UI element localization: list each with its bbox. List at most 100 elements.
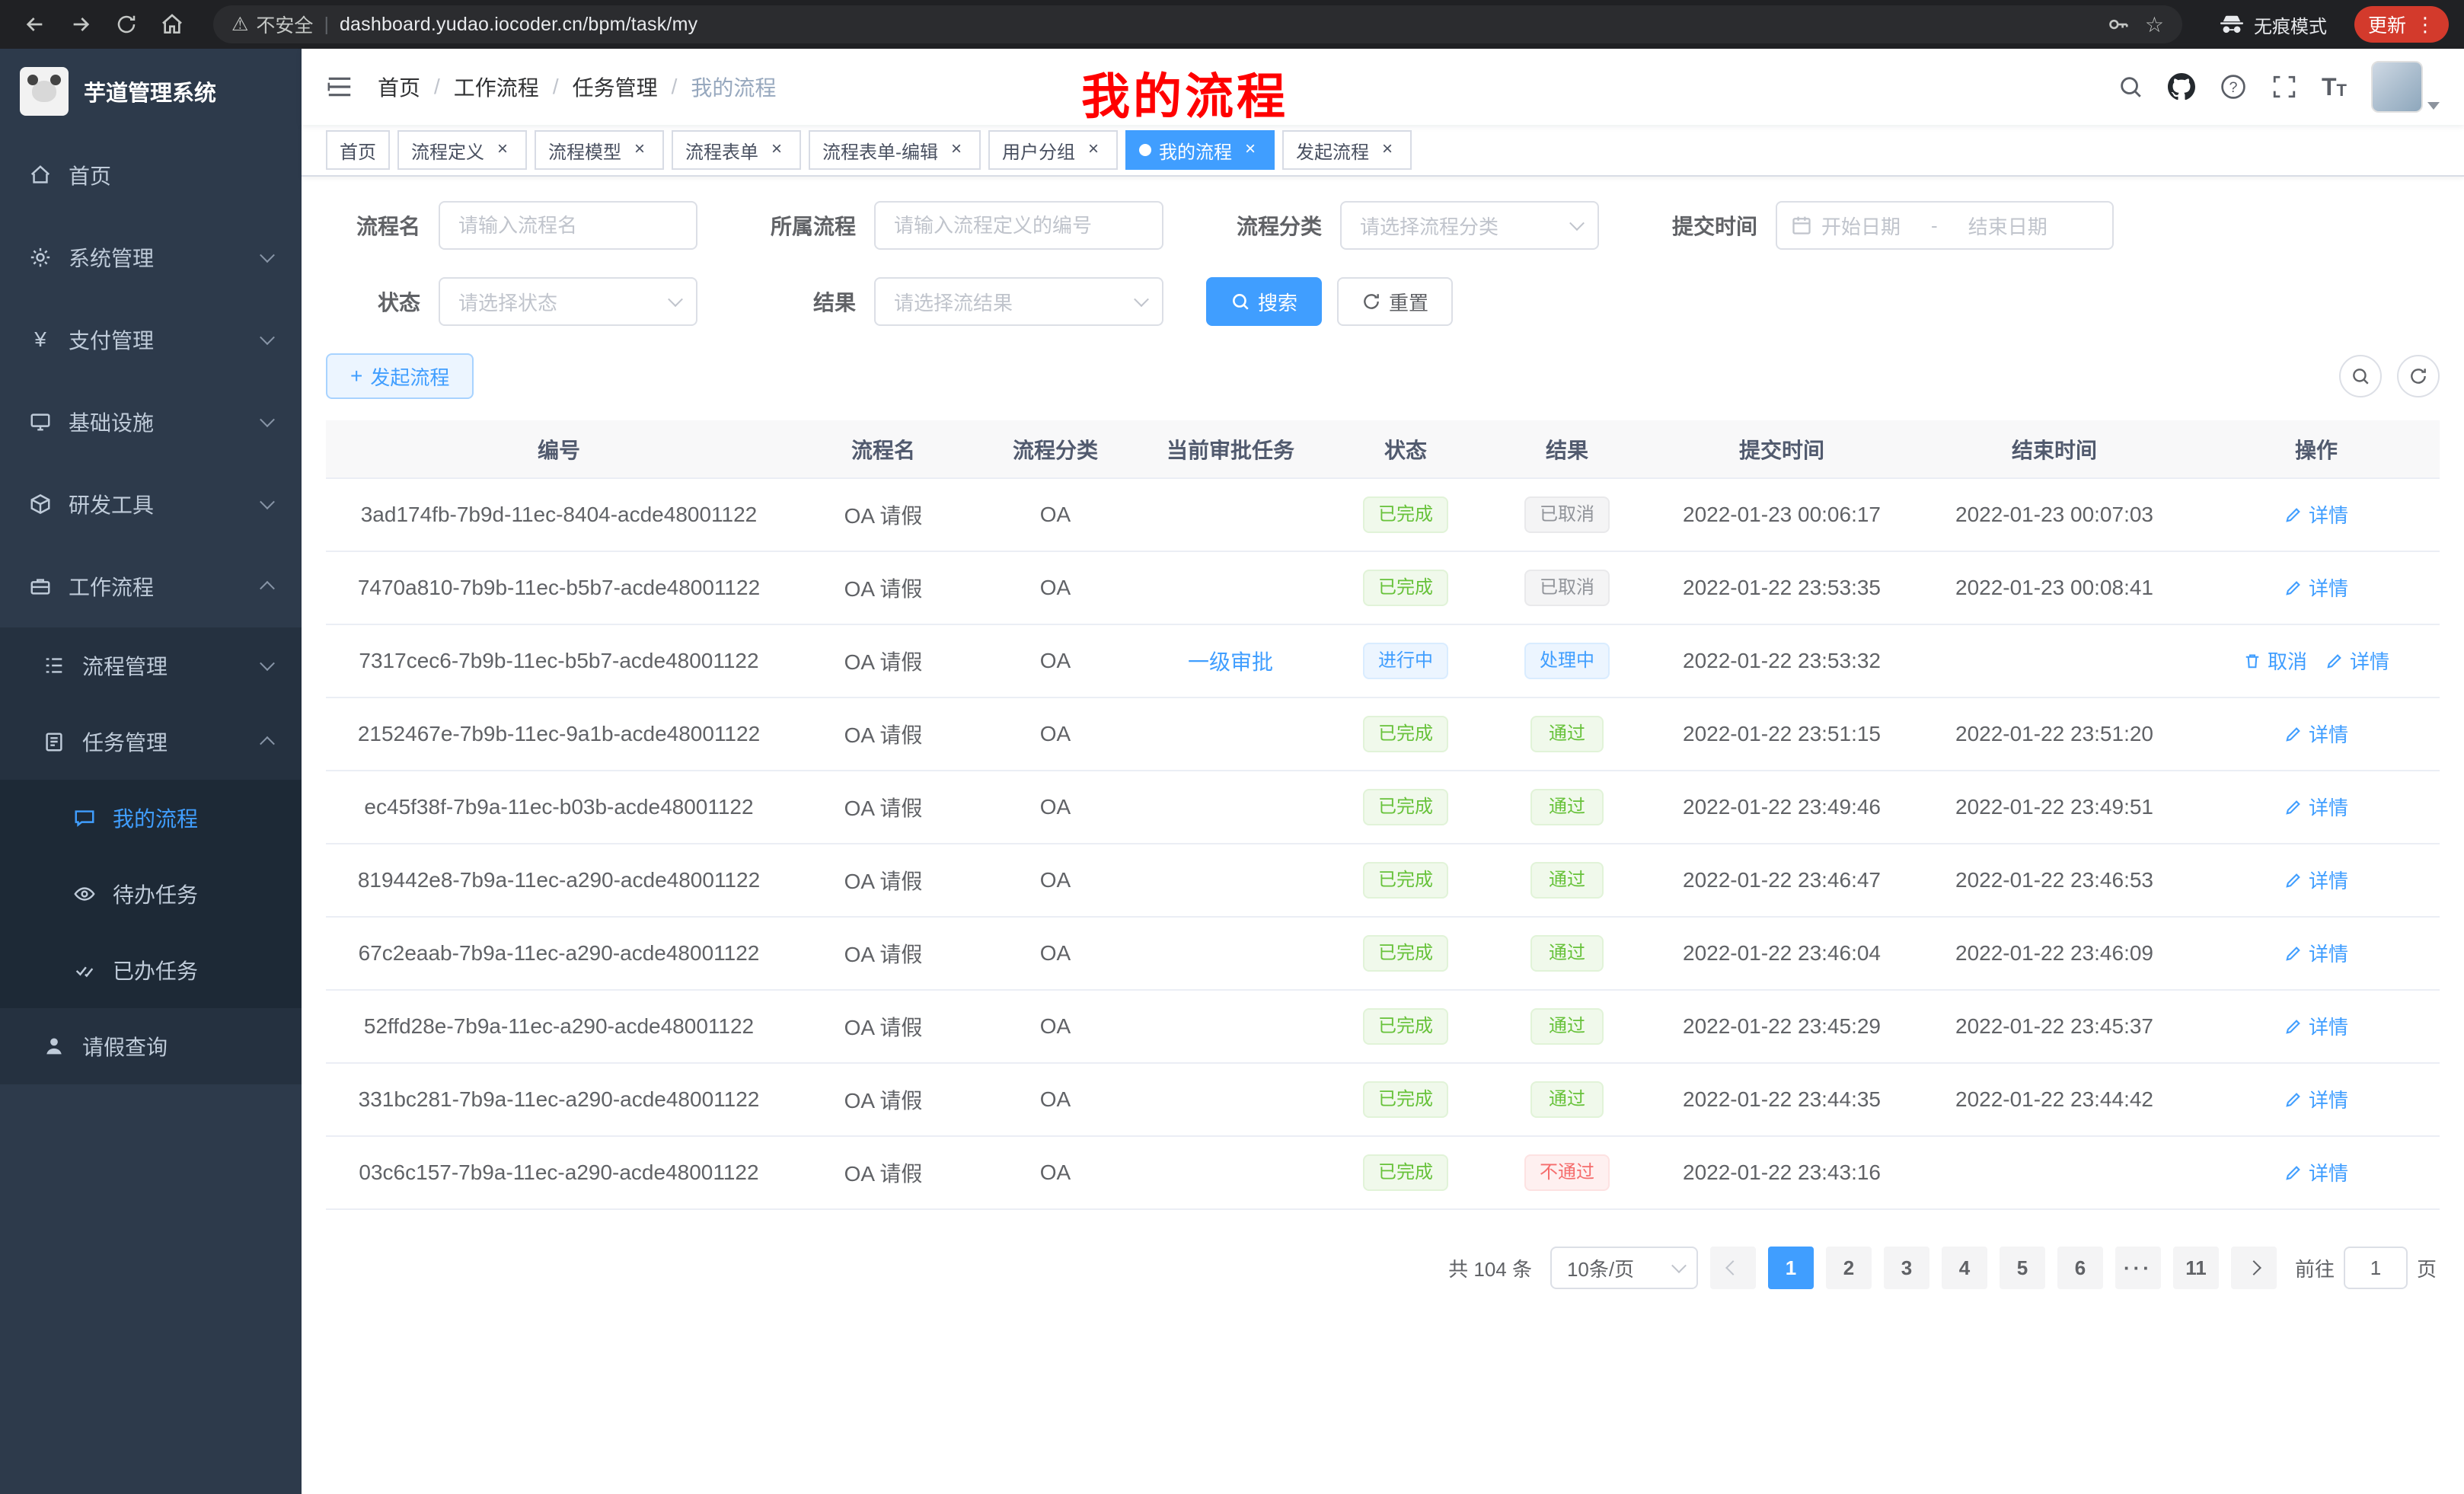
github-link[interactable] bbox=[2168, 73, 2195, 101]
reset-button[interactable]: 重置 bbox=[1337, 277, 1453, 326]
breadcrumb-workflow[interactable]: 工作流程 bbox=[454, 72, 539, 102]
sidebar-item-process-management[interactable]: 流程管理 bbox=[0, 627, 302, 704]
status-badge: 已完成 bbox=[1363, 862, 1448, 899]
prev-page-button[interactable] bbox=[1710, 1247, 1756, 1289]
edit-icon bbox=[2284, 1017, 2303, 1036]
tab-label: 我的流程 bbox=[1159, 137, 1232, 164]
cell-current-task bbox=[1136, 551, 1325, 624]
page-button-2[interactable]: 2 bbox=[1826, 1247, 1872, 1289]
detail-link[interactable]: 详情 bbox=[2284, 1012, 2348, 1040]
detail-link[interactable]: 详情 bbox=[2284, 500, 2348, 528]
sidebar-toggle-button[interactable] bbox=[326, 75, 353, 99]
detail-link[interactable]: 详情 bbox=[2325, 646, 2389, 675]
tab-start-process[interactable]: 发起流程 × bbox=[1282, 130, 1412, 170]
tab-close-icon[interactable]: × bbox=[946, 139, 967, 161]
browser-menu-icon[interactable]: ⋮ bbox=[2415, 13, 2435, 37]
create-process-button[interactable]: + 发起流程 bbox=[326, 353, 474, 399]
result-badge: 通过 bbox=[1530, 935, 1604, 972]
detail-link[interactable]: 详情 bbox=[2284, 573, 2348, 602]
detail-link[interactable]: 详情 bbox=[2284, 939, 2348, 967]
chevron-down-icon bbox=[668, 292, 683, 307]
cell-category: OA bbox=[975, 624, 1136, 698]
breadcrumb-home[interactable]: 首页 bbox=[378, 72, 420, 102]
sidebar-item-home[interactable]: 首页 bbox=[0, 134, 302, 216]
category-select[interactable]: 请选择流程分类 bbox=[1340, 201, 1599, 250]
tab-close-icon[interactable]: × bbox=[1377, 139, 1398, 161]
sidebar-item-leave-query[interactable]: 请假查询 bbox=[0, 1008, 302, 1084]
detail-link[interactable]: 详情 bbox=[2284, 720, 2348, 748]
header-search-button[interactable] bbox=[2118, 74, 2143, 100]
current-task-link[interactable]: 一级审批 bbox=[1188, 646, 1273, 676]
refresh-table-button[interactable] bbox=[2397, 355, 2440, 397]
breadcrumb-task-management[interactable]: 任务管理 bbox=[573, 72, 658, 102]
detail-link[interactable]: 详情 bbox=[2284, 1158, 2348, 1186]
cell-id: 7317cec6-7b9b-11ec-b5b7-acde48001122 bbox=[326, 624, 792, 698]
result-select[interactable]: 请选择流结果 bbox=[874, 277, 1163, 326]
tab-home[interactable]: 首页 bbox=[326, 130, 390, 170]
status-select[interactable]: 请选择状态 bbox=[439, 277, 697, 326]
help-button[interactable]: ? bbox=[2220, 73, 2247, 101]
tab-process-definition[interactable]: 流程定义 × bbox=[397, 130, 527, 170]
tab-close-icon[interactable]: × bbox=[1240, 139, 1261, 161]
tab-close-icon[interactable]: × bbox=[629, 139, 650, 161]
browser-forward-button[interactable] bbox=[61, 5, 101, 44]
tab-user-group[interactable]: 用户分组 × bbox=[988, 130, 1118, 170]
avatar[interactable] bbox=[2371, 61, 2423, 113]
next-page-button[interactable] bbox=[2231, 1247, 2277, 1289]
sidebar-item-workflow[interactable]: 工作流程 bbox=[0, 545, 302, 627]
browser-update-button[interactable]: 更新 ⋮ bbox=[2354, 6, 2449, 43]
tab-close-icon[interactable]: × bbox=[766, 139, 787, 161]
tab-label: 首页 bbox=[340, 137, 376, 164]
sidebar-item-todo-tasks[interactable]: 待办任务 bbox=[0, 856, 302, 932]
password-key-icon[interactable] bbox=[2107, 13, 2130, 36]
bookmark-star-icon[interactable]: ☆ bbox=[2145, 12, 2164, 37]
page-button-4[interactable]: 4 bbox=[1942, 1247, 1987, 1289]
tab-close-icon[interactable]: × bbox=[492, 139, 513, 161]
tab-process-model[interactable]: 流程模型 × bbox=[535, 130, 664, 170]
sidebar-item-task-management[interactable]: 任务管理 bbox=[0, 704, 302, 780]
tab-process-form[interactable]: 流程表单 × bbox=[672, 130, 801, 170]
detail-link[interactable]: 详情 bbox=[2284, 1085, 2348, 1113]
list-tree-icon bbox=[43, 654, 65, 677]
sidebar-item-done-tasks[interactable]: 已办任务 bbox=[0, 932, 302, 1008]
process-definition-input[interactable] bbox=[874, 201, 1163, 250]
detail-link[interactable]: 详情 bbox=[2284, 793, 2348, 821]
sidebar-item-label: 首页 bbox=[69, 160, 111, 190]
submit-time-range-picker[interactable]: 开始日期 - 结束日期 bbox=[1776, 201, 2114, 250]
font-size-button[interactable]: TT bbox=[2322, 75, 2347, 99]
process-name-input[interactable] bbox=[439, 201, 697, 250]
goto-page-input[interactable] bbox=[2344, 1247, 2408, 1289]
sidebar-item-dev-tools[interactable]: 研发工具 bbox=[0, 463, 302, 545]
tab-my-process[interactable]: 我的流程 × bbox=[1125, 130, 1275, 170]
address-bar[interactable]: ⚠ 不安全 | dashboard.yudao.iocoder.cn/bpm/t… bbox=[213, 5, 2182, 43]
page-button-3[interactable]: 3 bbox=[1884, 1247, 1929, 1289]
table-row: 7317cec6-7b9b-11ec-b5b7-acde48001122 OA … bbox=[326, 624, 2440, 698]
toggle-search-button[interactable] bbox=[2339, 355, 2382, 397]
sidebar-item-infrastructure[interactable]: 基础设施 bbox=[0, 381, 302, 463]
cell-name: OA 请假 bbox=[792, 478, 975, 551]
url-text: dashboard.yudao.iocoder.cn/bpm/task/my bbox=[340, 14, 697, 36]
page-button-1[interactable]: 1 bbox=[1768, 1247, 1814, 1289]
sidebar-item-my-process[interactable]: 我的流程 bbox=[0, 780, 302, 856]
chevron-down-icon bbox=[260, 247, 275, 263]
tab-process-form-edit[interactable]: 流程表单-编辑 × bbox=[809, 130, 981, 170]
fullscreen-button[interactable] bbox=[2271, 74, 2297, 100]
page-button-5[interactable]: 5 bbox=[2000, 1247, 2045, 1289]
detail-label: 详情 bbox=[2309, 866, 2348, 894]
pagination-more-icon[interactable]: ··· bbox=[2115, 1247, 2161, 1289]
date-range-separator: - bbox=[1931, 214, 1938, 238]
page-button-11[interactable]: 11 bbox=[2173, 1247, 2219, 1289]
detail-link[interactable]: 详情 bbox=[2284, 866, 2348, 894]
page-size-select[interactable]: 10条/页 bbox=[1550, 1247, 1698, 1289]
user-menu[interactable] bbox=[2371, 61, 2440, 113]
tab-close-icon[interactable]: × bbox=[1083, 139, 1104, 161]
sidebar-item-payment-management[interactable]: ¥ 支付管理 bbox=[0, 298, 302, 381]
browser-back-button[interactable] bbox=[15, 5, 55, 44]
cancel-link[interactable]: 取消 bbox=[2243, 646, 2307, 675]
sidebar-item-system-management[interactable]: 系统管理 bbox=[0, 216, 302, 298]
browser-home-button[interactable] bbox=[152, 5, 192, 44]
search-button[interactable]: 搜索 bbox=[1206, 277, 1322, 326]
browser-refresh-button[interactable] bbox=[107, 5, 146, 44]
security-status[interactable]: ⚠ 不安全 bbox=[231, 11, 313, 38]
page-button-6[interactable]: 6 bbox=[2057, 1247, 2103, 1289]
